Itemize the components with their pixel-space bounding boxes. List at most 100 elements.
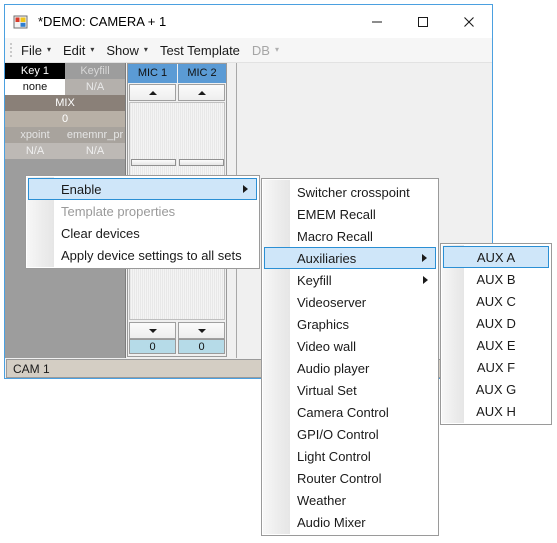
menu-item-gpio-control-label: GPI/O Control	[297, 426, 379, 442]
menu-item-audio-player-label: Audio player	[297, 360, 370, 376]
menu-item-audio-mixer-label: Audio Mixer	[297, 514, 366, 530]
menubar-item-test-template[interactable]: Test Template	[154, 39, 246, 61]
app-window-icon	[13, 14, 29, 30]
menu-item-macro-recall-label: Macro Recall	[297, 228, 373, 244]
mic-1-fader-handle[interactable]	[131, 159, 176, 166]
menu-item-audio-player[interactable]: Audio player	[264, 357, 436, 379]
menu-item-keyfill[interactable]: Keyfill	[264, 269, 436, 291]
menu-item-gpio-control[interactable]: GPI/O Control	[264, 423, 436, 445]
menu-item-aux-a[interactable]: AUX A	[443, 246, 549, 268]
menubar-item-db-label: DB	[251, 42, 270, 58]
menu-item-router-control[interactable]: Router Control	[264, 467, 436, 489]
menu-item-audio-mixer[interactable]: Audio Mixer	[264, 511, 436, 533]
device-cell-mix[interactable]: MIX	[5, 95, 125, 111]
menu-item-aux-d[interactable]: AUX D	[443, 312, 549, 334]
device-cell-na-top[interactable]: N/A	[65, 79, 125, 95]
device-cell-key1[interactable]: Key 1	[5, 63, 65, 79]
mic-value-row: 0 0	[128, 339, 226, 355]
menu-item-graphics[interactable]: Graphics	[264, 313, 436, 335]
device-cell-none[interactable]: none	[5, 79, 65, 95]
device-cell-ememnr[interactable]: ememnr_pr	[65, 127, 125, 143]
mic-1-value[interactable]: 0	[129, 339, 176, 354]
mic-up-button-row	[128, 83, 226, 101]
device-row-labels: xpoint ememnr_pr	[5, 127, 125, 143]
menu-item-emem-recall[interactable]: EMEM Recall	[264, 203, 436, 225]
menu-item-aux-f[interactable]: AUX F	[443, 356, 549, 378]
triangle-down-icon	[148, 328, 157, 333]
menu-item-aux-a-label: AUX A	[476, 249, 516, 265]
menu-item-enable[interactable]: Enable	[28, 178, 257, 200]
close-button[interactable]	[446, 5, 492, 38]
chevron-down-icon: ▾	[46, 45, 51, 54]
device-cell-xpoint[interactable]: xpoint	[5, 127, 65, 143]
menu-item-light-control-label: Light Control	[297, 448, 371, 464]
device-row-source: none N/A	[5, 79, 125, 95]
mic-1-down-button[interactable]	[129, 322, 176, 339]
menubar-item-edit[interactable]: Edit ▾	[57, 39, 100, 61]
menu-item-aux-g[interactable]: AUX G	[443, 378, 549, 400]
maximize-button[interactable]	[400, 5, 446, 38]
menu-item-virtual-set[interactable]: Virtual Set	[264, 379, 436, 401]
menubar-item-show[interactable]: Show ▾	[100, 39, 154, 61]
window-title: *DEMO: CAMERA + 1	[38, 14, 167, 29]
device-row-key: Key 1 Keyfill	[5, 63, 125, 79]
menu-item-auxiliaries[interactable]: Auxiliaries	[264, 247, 436, 269]
menu-item-aux-b[interactable]: AUX B	[443, 268, 549, 290]
menubar-item-edit-label: Edit	[62, 42, 86, 58]
menu-item-keyfill-label: Keyfill	[297, 272, 332, 288]
menu-item-aux-e[interactable]: AUX E	[443, 334, 549, 356]
device-cell-mix-value[interactable]: 0	[5, 111, 125, 127]
menu-item-router-control-label: Router Control	[297, 470, 382, 486]
menu-item-aux-d-label: AUX D	[476, 315, 516, 331]
device-cell-keyfill[interactable]: Keyfill	[65, 63, 125, 79]
submenu-arrow-icon	[422, 254, 427, 262]
minimize-button[interactable]	[354, 5, 400, 38]
menu-item-videoserver[interactable]: Videoserver	[264, 291, 436, 313]
mic-2-header[interactable]: MIC 2	[177, 64, 226, 83]
menu-item-camera-control[interactable]: Camera Control	[264, 401, 436, 423]
menubar-item-show-label: Show	[106, 42, 139, 58]
menu-item-light-control[interactable]: Light Control	[264, 445, 436, 467]
mic-2-down-button[interactable]	[178, 322, 225, 339]
menu-item-aux-g-label: AUX G	[475, 381, 517, 397]
device-row-mix: MIX	[5, 95, 125, 111]
menu-item-auxiliaries-label: Auxiliaries	[297, 250, 357, 266]
enable-submenu: Switcher crosspoint EMEM Recall Macro Re…	[261, 178, 439, 536]
triangle-up-icon	[148, 90, 157, 95]
mic-1-up-button[interactable]	[129, 84, 176, 101]
mic-header-row: MIC 1 MIC 2	[128, 64, 226, 83]
mic-2-fader-handle[interactable]	[179, 159, 224, 166]
auxiliaries-submenu: AUX A AUX B AUX C AUX D AUX E AUX F AUX …	[440, 243, 552, 425]
menu-item-clear-devices[interactable]: Clear devices	[28, 222, 257, 244]
menu-item-aux-f-label: AUX F	[476, 359, 516, 375]
mic-2-value[interactable]: 0	[178, 339, 225, 354]
menu-item-emem-recall-label: EMEM Recall	[297, 206, 376, 222]
device-cell-xpoint-value[interactable]: N/A	[5, 143, 65, 159]
device-row-mix-value: 0	[5, 111, 125, 127]
menubar-item-db[interactable]: DB ▾	[246, 39, 285, 61]
menu-item-enable-label: Enable	[61, 181, 102, 197]
mic-2-up-button[interactable]	[178, 84, 225, 101]
menu-item-template-properties[interactable]: Template properties	[28, 200, 257, 222]
menu-item-virtual-set-label: Virtual Set	[297, 382, 357, 398]
menu-item-aux-h[interactable]: AUX H	[443, 400, 549, 422]
menu-item-apply-device-settings[interactable]: Apply device settings to all sets	[28, 244, 257, 266]
menubar-item-test-template-label: Test Template	[159, 42, 240, 58]
menu-item-graphics-label: Graphics	[297, 316, 350, 332]
menu-item-weather[interactable]: Weather	[264, 489, 436, 511]
menu-item-aux-b-label: AUX B	[476, 271, 516, 287]
menubar-item-file[interactable]: File ▾	[15, 39, 57, 61]
triangle-up-icon	[197, 90, 206, 95]
menu-item-aux-c[interactable]: AUX C	[443, 290, 549, 312]
mic-1-header[interactable]: MIC 1	[128, 64, 177, 83]
menu-item-switcher-crosspoint[interactable]: Switcher crosspoint	[264, 181, 436, 203]
menu-item-video-wall[interactable]: Video wall	[264, 335, 436, 357]
triangle-down-icon	[197, 328, 206, 333]
chevron-down-icon: ▾	[274, 45, 279, 54]
menu-item-apply-device-settings-label: Apply device settings to all sets	[61, 247, 242, 263]
menu-item-clear-devices-label: Clear devices	[61, 225, 140, 241]
device-cell-ememnr-value[interactable]: N/A	[65, 143, 125, 159]
menu-grip-handle[interactable]	[7, 42, 14, 58]
menu-item-macro-recall[interactable]: Macro Recall	[264, 225, 436, 247]
chevron-down-icon: ▾	[90, 45, 95, 54]
